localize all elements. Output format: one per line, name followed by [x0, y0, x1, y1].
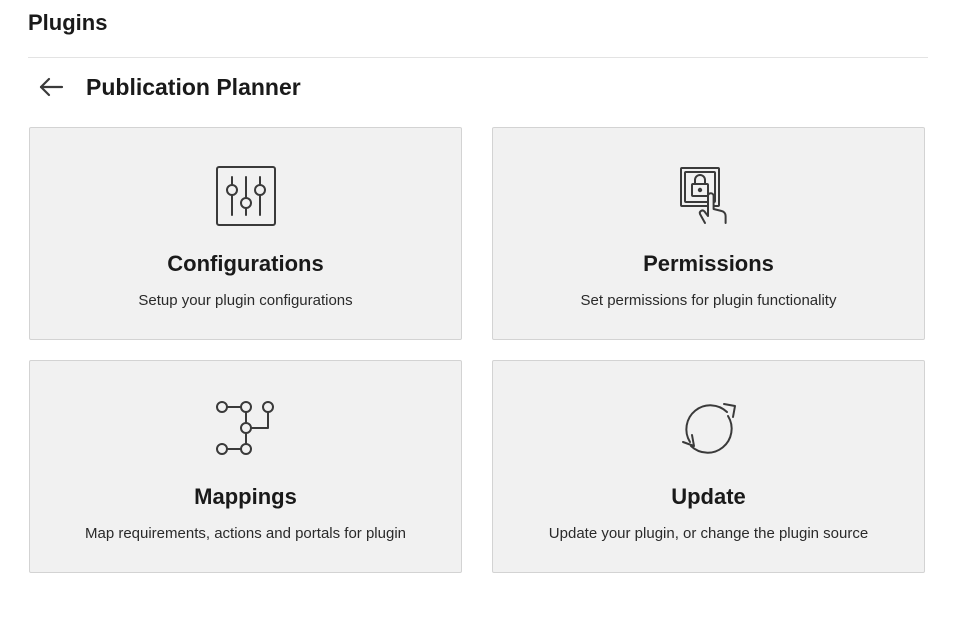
page-title: Plugins [28, 10, 108, 35]
card-title: Configurations [167, 251, 324, 276]
card-title: Update [671, 484, 746, 509]
update-card[interactable]: Update Update your plugin, or change the… [492, 360, 925, 573]
mapping-nodes-icon [213, 396, 279, 462]
sliders-icon [213, 163, 279, 229]
card-description: Map requirements, actions and portals fo… [84, 525, 406, 542]
card-description: Update your plugin, or change the plugin… [548, 525, 869, 542]
card-description: Set permissions for plugin functionality [580, 292, 837, 309]
permissions-card[interactable]: Permissions Set permissions for plugin f… [492, 127, 925, 340]
plugin-name-title: Publication Planner [86, 74, 301, 100]
configurations-card[interactable]: Configurations Setup your plugin configu… [29, 127, 462, 340]
mappings-card[interactable]: Mappings Map requirements, actions and p… [29, 360, 462, 573]
arrow-left-icon [38, 77, 64, 97]
lock-touch-icon [676, 163, 742, 229]
back-button[interactable] [34, 72, 68, 102]
card-title: Mappings [194, 484, 297, 509]
header-divider [28, 57, 928, 58]
plugin-settings-page: Plugins Publication Planner Configuratio… [0, 0, 970, 618]
refresh-icon [676, 396, 742, 462]
card-title: Permissions [643, 251, 774, 276]
card-description: Setup your plugin configurations [138, 292, 353, 309]
